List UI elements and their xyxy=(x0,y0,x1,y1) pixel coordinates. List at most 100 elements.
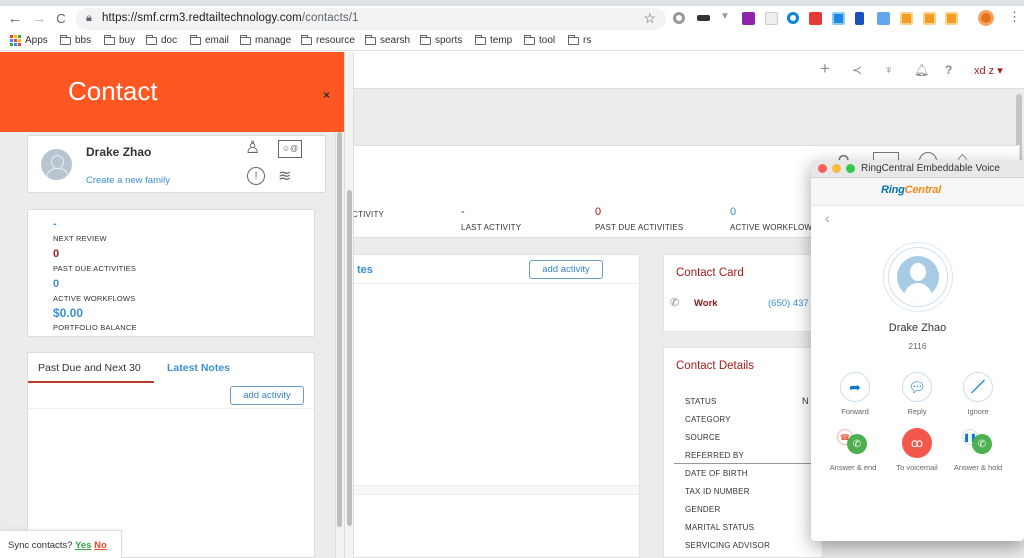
notification-icon[interactable]: 🔔︎ xyxy=(914,63,929,77)
address-bar[interactable]: 🔒︎ https://smf.crm3.redtailtechnology.co… xyxy=(76,8,666,30)
phone-type: Work xyxy=(694,298,718,309)
bookmark-label: rs xyxy=(583,35,592,46)
extension-icon[interactable] xyxy=(765,12,778,25)
window-titlebar[interactable]: RingCentral Embeddable Voice xyxy=(811,160,1024,178)
translate-icon[interactable] xyxy=(877,12,890,25)
accessibility-icon[interactable]: ♆ xyxy=(884,62,894,77)
sync-yes-link[interactable]: Yes xyxy=(75,540,91,551)
summary-label: PAST DUE ACTIVITIES xyxy=(53,264,137,273)
to-voicemail-button[interactable]: ꝏ To voicemail xyxy=(887,428,947,472)
summary-label: NEXT REVIEW xyxy=(53,234,107,243)
extension-icon[interactable] xyxy=(809,12,822,25)
back-chevron-icon[interactable]: ‹ xyxy=(825,210,830,226)
answer-and-hold-button[interactable]: ❚❚ ✆ Answer & hold xyxy=(948,428,1008,472)
phone-number-link[interactable]: (650) 437 xyxy=(768,298,809,309)
summary-card: - NEXT REVIEW 0 PAST DUE ACTIVITIES 0 AC… xyxy=(27,209,315,337)
create-family-link[interactable]: Create a new family xyxy=(86,175,170,186)
panel-title: Contact Card xyxy=(676,267,744,279)
forward-button[interactable]: ➦ Forward xyxy=(825,372,885,416)
bookmark-label: Apps xyxy=(25,35,48,46)
bookmark-label: tool xyxy=(539,35,556,46)
add-activity-button[interactable]: add activity xyxy=(230,386,304,405)
add-activity-button[interactable]: add activity xyxy=(529,260,603,279)
bookmark-folder[interactable]: searsh xyxy=(365,34,410,46)
section-band xyxy=(353,485,639,495)
ringcentral-extension-icon[interactable] xyxy=(945,12,958,25)
bookmark-folder[interactable]: doc xyxy=(146,34,177,46)
extension-icon[interactable] xyxy=(697,15,710,21)
plus-icon[interactable]: + xyxy=(820,59,830,79)
tab-latest-notes[interactable]: Latest Notes xyxy=(167,362,230,374)
logo-ring: Ring xyxy=(881,184,905,196)
tab-past-due[interactable]: Past Due and Next 30 xyxy=(38,362,141,374)
ignore-icon: ／ xyxy=(963,372,993,402)
ringcentral-logo-bar: RingCentral xyxy=(811,178,1024,206)
minimize-window-button[interactable] xyxy=(832,164,841,173)
summary-label: PORTFOLIO BALANCE xyxy=(53,323,137,332)
bookmark-label: temp xyxy=(490,35,513,46)
close-window-button[interactable] xyxy=(818,164,827,173)
bookmark-folder[interactable]: tool xyxy=(524,34,556,46)
folder-icon xyxy=(365,34,376,45)
extension-icon[interactable]: ▼ xyxy=(720,11,730,24)
extension-icon[interactable] xyxy=(787,12,799,24)
close-icon[interactable]: × xyxy=(323,88,330,102)
main-scrollbar-thumb[interactable] xyxy=(347,190,352,526)
action-label: Answer & hold xyxy=(953,463,1003,472)
folder-icon xyxy=(301,34,312,45)
window-title: RingCentral Embeddable Voice xyxy=(861,163,1000,174)
extension-icon[interactable] xyxy=(742,12,755,25)
bookmark-folder[interactable]: email xyxy=(190,34,229,46)
bookmark-folder[interactable]: buy xyxy=(104,34,135,46)
browser-menu-icon[interactable]: ⋮ xyxy=(1008,9,1021,24)
contact-card-icon[interactable]: ☺@ xyxy=(278,140,302,158)
answer-hold-icon: ❚❚ ✆ xyxy=(958,428,998,458)
reply-icon: 💬︎ xyxy=(902,372,932,402)
forward-button[interactable]: → xyxy=(30,10,48,27)
profile-avatar[interactable] xyxy=(978,10,994,26)
reply-button[interactable]: 💬︎ Reply xyxy=(887,372,947,416)
ignore-button[interactable]: ／ Ignore xyxy=(948,372,1008,416)
extension-icon[interactable] xyxy=(855,12,864,25)
bookmark-folder[interactable]: sports xyxy=(420,34,463,46)
bookmark-star-icon[interactable]: ☆ xyxy=(643,10,656,27)
folder-icon xyxy=(524,34,535,45)
help-icon[interactable]: ? xyxy=(945,63,952,77)
bookmark-folder[interactable]: bbs xyxy=(60,34,91,46)
app-header: + ≺ ♆ 🔔︎ ? xd z ▾ xyxy=(344,52,1024,89)
summary-value: 0 xyxy=(53,248,60,260)
back-button[interactable]: ← xyxy=(6,10,24,27)
caller-name: Drake Zhao xyxy=(888,322,947,334)
user-menu[interactable]: xd z ▾ xyxy=(974,64,1003,77)
sync-contacts-toast: Sync contacts? Yes No xyxy=(0,530,122,558)
detail-label-tax-id: TAX ID NUMBER xyxy=(685,487,750,496)
extension-icon[interactable] xyxy=(673,12,685,24)
caller-extension: 2116 xyxy=(908,341,927,351)
bookmark-label: sports xyxy=(435,35,463,46)
bookmark-folder[interactable]: temp xyxy=(475,34,513,46)
stat-label: PAST DUE ACTIVITIES xyxy=(595,223,684,232)
answer-end-icon: ☎︎ ✆ xyxy=(833,428,873,458)
activities-card: Past Due and Next 30 Latest Notes add ac… xyxy=(27,352,315,558)
ringcentral-extension-icon[interactable] xyxy=(923,12,936,25)
extension-icon[interactable] xyxy=(832,12,845,25)
bookmark-folder[interactable]: rs xyxy=(568,34,592,46)
action-label: Ignore xyxy=(967,407,989,416)
detail-label-dob: DATE OF BIRTH xyxy=(685,469,748,478)
bookmark-folder[interactable]: manage xyxy=(240,34,291,46)
share-icon[interactable]: ≺ xyxy=(852,63,862,77)
alert-icon[interactable]: ! xyxy=(247,167,265,185)
drawer-scrollbar-thumb[interactable] xyxy=(337,132,342,527)
bookmark-folder[interactable]: resource xyxy=(301,34,355,46)
status-value: N xyxy=(802,396,809,406)
bookmark-apps[interactable]: Apps xyxy=(10,35,48,46)
maximize-window-button[interactable] xyxy=(846,164,855,173)
answer-and-end-button[interactable]: ☎︎ ✆ Answer & end xyxy=(823,428,883,472)
reload-button[interactable]: C xyxy=(52,11,70,26)
layers-icon[interactable]: ≋ xyxy=(278,166,291,186)
tab-latest-notes[interactable]: tes xyxy=(357,264,373,276)
phone-icon: ✆ xyxy=(670,297,680,309)
ringcentral-extension-icon[interactable] xyxy=(900,12,913,25)
sync-no-link[interactable]: No xyxy=(94,540,107,551)
edit-person-icon[interactable]: ♙ xyxy=(245,138,260,158)
